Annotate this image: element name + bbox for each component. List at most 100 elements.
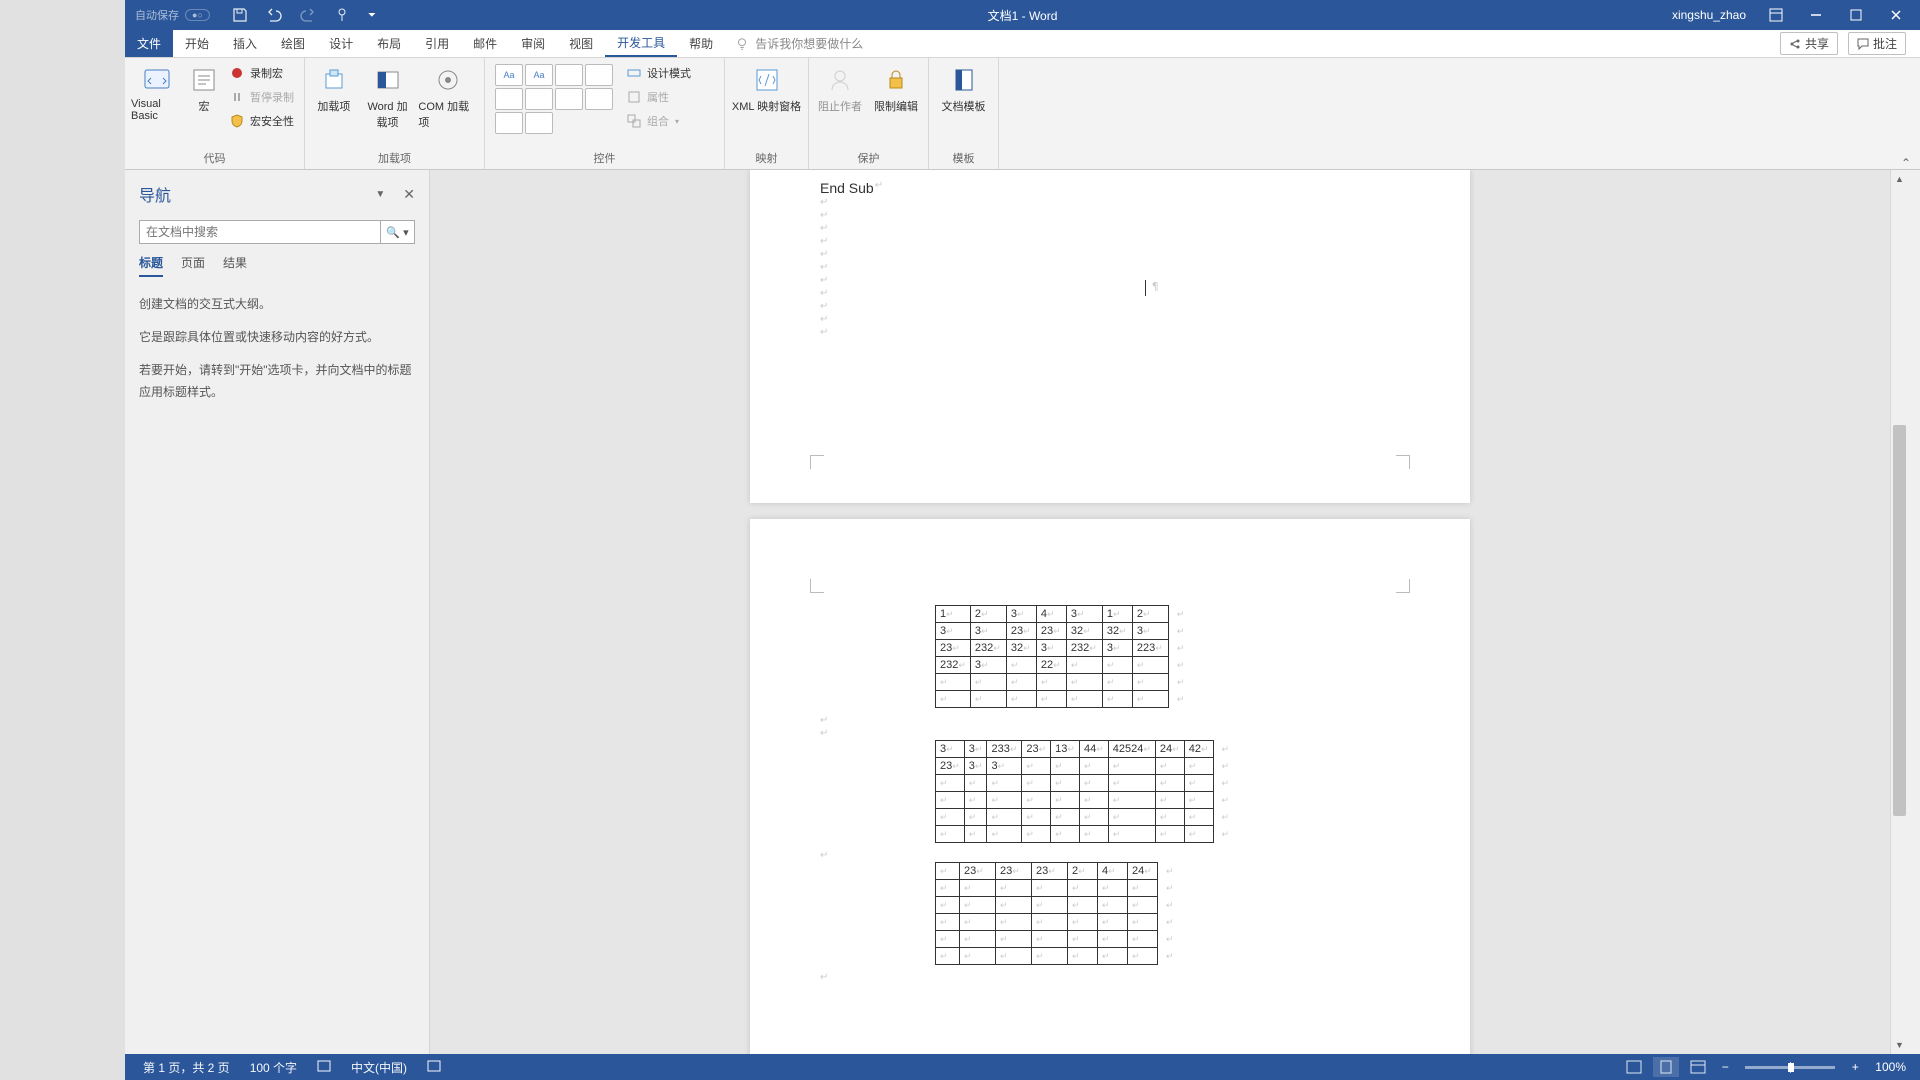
table-cell[interactable]: ↵ [1102, 691, 1132, 708]
visual-basic-button[interactable]: Visual Basic [131, 62, 182, 124]
record-macro-button[interactable]: 录制宏 [226, 64, 298, 82]
table-cell[interactable]: ↵ [1108, 809, 1155, 826]
table-cell[interactable]: 22↵ [1036, 657, 1066, 674]
table-row[interactable]: 23↵3↵3↵↵↵↵↵↵↵↵ [936, 758, 1234, 775]
table-cell[interactable]: ↵ [936, 931, 960, 948]
control-item[interactable] [555, 64, 583, 86]
table-cell[interactable]: ↵ [1051, 809, 1080, 826]
table-cell[interactable]: 3↵ [1132, 623, 1168, 640]
table-cell[interactable]: 3↵ [987, 758, 1022, 775]
table-cell[interactable]: 32↵ [1102, 623, 1132, 640]
comments-button[interactable]: 批注 [1848, 32, 1906, 55]
table-cell[interactable]: ↵ [1108, 826, 1155, 843]
table-cell[interactable]: ↵ [1098, 948, 1128, 965]
design-mode-button[interactable]: 设计模式 [623, 64, 695, 82]
table-cell[interactable]: ↵ [936, 948, 960, 965]
tab-mailings[interactable]: 邮件 [461, 30, 509, 57]
table-cell[interactable]: 3↵ [970, 623, 1006, 640]
table-cell[interactable]: ↵ [970, 691, 1006, 708]
table-cell[interactable]: ↵ [987, 826, 1022, 843]
table-cell[interactable]: ↵ [996, 880, 1032, 897]
table-cell[interactable]: 232↵ [1066, 640, 1102, 657]
table-cell[interactable]: 3↵ [964, 741, 987, 758]
table-cell[interactable]: ↵ [1051, 758, 1080, 775]
table-cell[interactable]: 24↵ [1155, 741, 1184, 758]
ribbon-collapse-icon[interactable]: ⌃ [1898, 58, 1914, 170]
table-cell[interactable]: ↵ [996, 897, 1032, 914]
table-cell[interactable]: ↵ [1066, 691, 1102, 708]
document-table-2[interactable]: 3↵3↵233↵23↵13↵44↵42524↵24↵42↵↵23↵3↵3↵↵↵↵… [935, 740, 1234, 843]
table-row[interactable]: ↵↵↵↵↵↵↵↵↵↵ [936, 792, 1234, 809]
table-cell[interactable]: ↵ [996, 931, 1032, 948]
table-cell[interactable]: 23↵ [996, 863, 1032, 880]
tab-review[interactable]: 审阅 [509, 30, 557, 57]
tab-developer[interactable]: 开发工具 [605, 30, 677, 57]
table-cell[interactable]: ↵ [1079, 758, 1108, 775]
table-cell[interactable]: 32↵ [1006, 640, 1036, 657]
table-cell[interactable]: ↵ [1098, 897, 1128, 914]
undo-icon[interactable] [266, 7, 282, 23]
table-cell[interactable]: ↵ [936, 826, 965, 843]
table-cell[interactable]: ↵ [960, 897, 996, 914]
table-cell[interactable]: ↵ [1032, 880, 1068, 897]
table-cell[interactable]: 3↵ [936, 741, 965, 758]
table-cell[interactable]: 24↵ [1128, 863, 1158, 880]
table-row[interactable]: ↵↵↵↵↵↵↵↵ [936, 914, 1179, 931]
table-cell[interactable]: 2↵ [1068, 863, 1098, 880]
table-cell[interactable]: ↵ [964, 792, 987, 809]
touch-mode-icon[interactable] [334, 7, 350, 23]
table-cell[interactable]: ↵ [1079, 775, 1108, 792]
table-row[interactable]: 3↵3↵233↵23↵13↵44↵42524↵24↵42↵↵ [936, 741, 1234, 758]
table-cell[interactable]: ↵ [1036, 674, 1066, 691]
table-cell[interactable]: ↵ [1079, 792, 1108, 809]
table-cell[interactable]: ↵ [1128, 897, 1158, 914]
table-cell[interactable]: ↵ [1155, 809, 1184, 826]
redo-icon[interactable] [300, 7, 316, 23]
save-icon[interactable] [232, 7, 248, 23]
macros-button[interactable]: 宏 [188, 62, 220, 116]
table-row[interactable]: ↵↵↵↵↵↵↵↵ [936, 691, 1189, 708]
table-cell[interactable]: ↵ [1155, 758, 1184, 775]
nav-tab-headings[interactable]: 标题 [139, 254, 163, 277]
qat-dropdown-icon[interactable]: ⏷ [368, 10, 376, 21]
table-row[interactable]: 23↵232↵32↵3↵232↵3↵223↵↵ [936, 640, 1189, 657]
ribbon-display-options-icon[interactable] [1766, 5, 1786, 25]
table-cell[interactable]: ↵ [964, 809, 987, 826]
table-cell[interactable]: ↵ [1066, 674, 1102, 691]
document-page-2[interactable]: 1↵2↵3↵4↵3↵1↵2↵↵3↵3↵23↵23↵32↵32↵3↵↵23↵232… [750, 519, 1470, 1054]
tab-drawing[interactable]: 绘图 [269, 30, 317, 57]
table-cell[interactable]: ↵ [1006, 674, 1036, 691]
tell-me-search[interactable]: 告诉我你想要做什么 [735, 30, 863, 57]
table-cell[interactable]: ↵ [964, 826, 987, 843]
table-cell[interactable]: ↵ [1068, 880, 1098, 897]
table-cell[interactable]: ↵ [1068, 897, 1098, 914]
table-cell[interactable]: ↵ [936, 691, 971, 708]
table-cell[interactable]: ↵ [1051, 792, 1080, 809]
table-cell[interactable]: 44↵ [1079, 741, 1108, 758]
status-language[interactable]: 中文(中国) [341, 1059, 417, 1076]
table-cell[interactable]: ↵ [1079, 826, 1108, 843]
table-cell[interactable]: ↵ [936, 914, 960, 931]
table-cell[interactable]: ↵ [936, 674, 971, 691]
table-cell[interactable]: ↵ [1184, 758, 1213, 775]
tab-design[interactable]: 设计 [317, 30, 365, 57]
xml-mapping-button[interactable]: XML 映射窗格 [731, 62, 802, 116]
table-cell[interactable]: ↵ [964, 775, 987, 792]
nav-search-input[interactable] [140, 221, 380, 243]
table-cell[interactable]: 2↵ [970, 606, 1006, 623]
table-cell[interactable]: ↵ [1036, 691, 1066, 708]
table-cell[interactable]: ↵ [1155, 826, 1184, 843]
table-cell[interactable]: ↵ [1022, 758, 1051, 775]
table-cell[interactable]: 23↵ [936, 758, 965, 775]
table-cell[interactable]: ↵ [960, 880, 996, 897]
table-cell[interactable]: ↵ [1068, 931, 1098, 948]
table-row[interactable]: ↵↵↵↵↵↵↵↵ [936, 948, 1179, 965]
control-item[interactable] [585, 64, 613, 86]
table-row[interactable]: 3↵3↵23↵23↵32↵32↵3↵↵ [936, 623, 1189, 640]
table-cell[interactable]: ↵ [1006, 657, 1036, 674]
table-row[interactable]: ↵↵↵↵↵↵↵↵ [936, 674, 1189, 691]
table-cell[interactable]: 3↵ [1066, 606, 1102, 623]
table-cell[interactable]: ↵ [1098, 880, 1128, 897]
table-cell[interactable]: 4↵ [1098, 863, 1128, 880]
table-cell[interactable]: ↵ [987, 809, 1022, 826]
